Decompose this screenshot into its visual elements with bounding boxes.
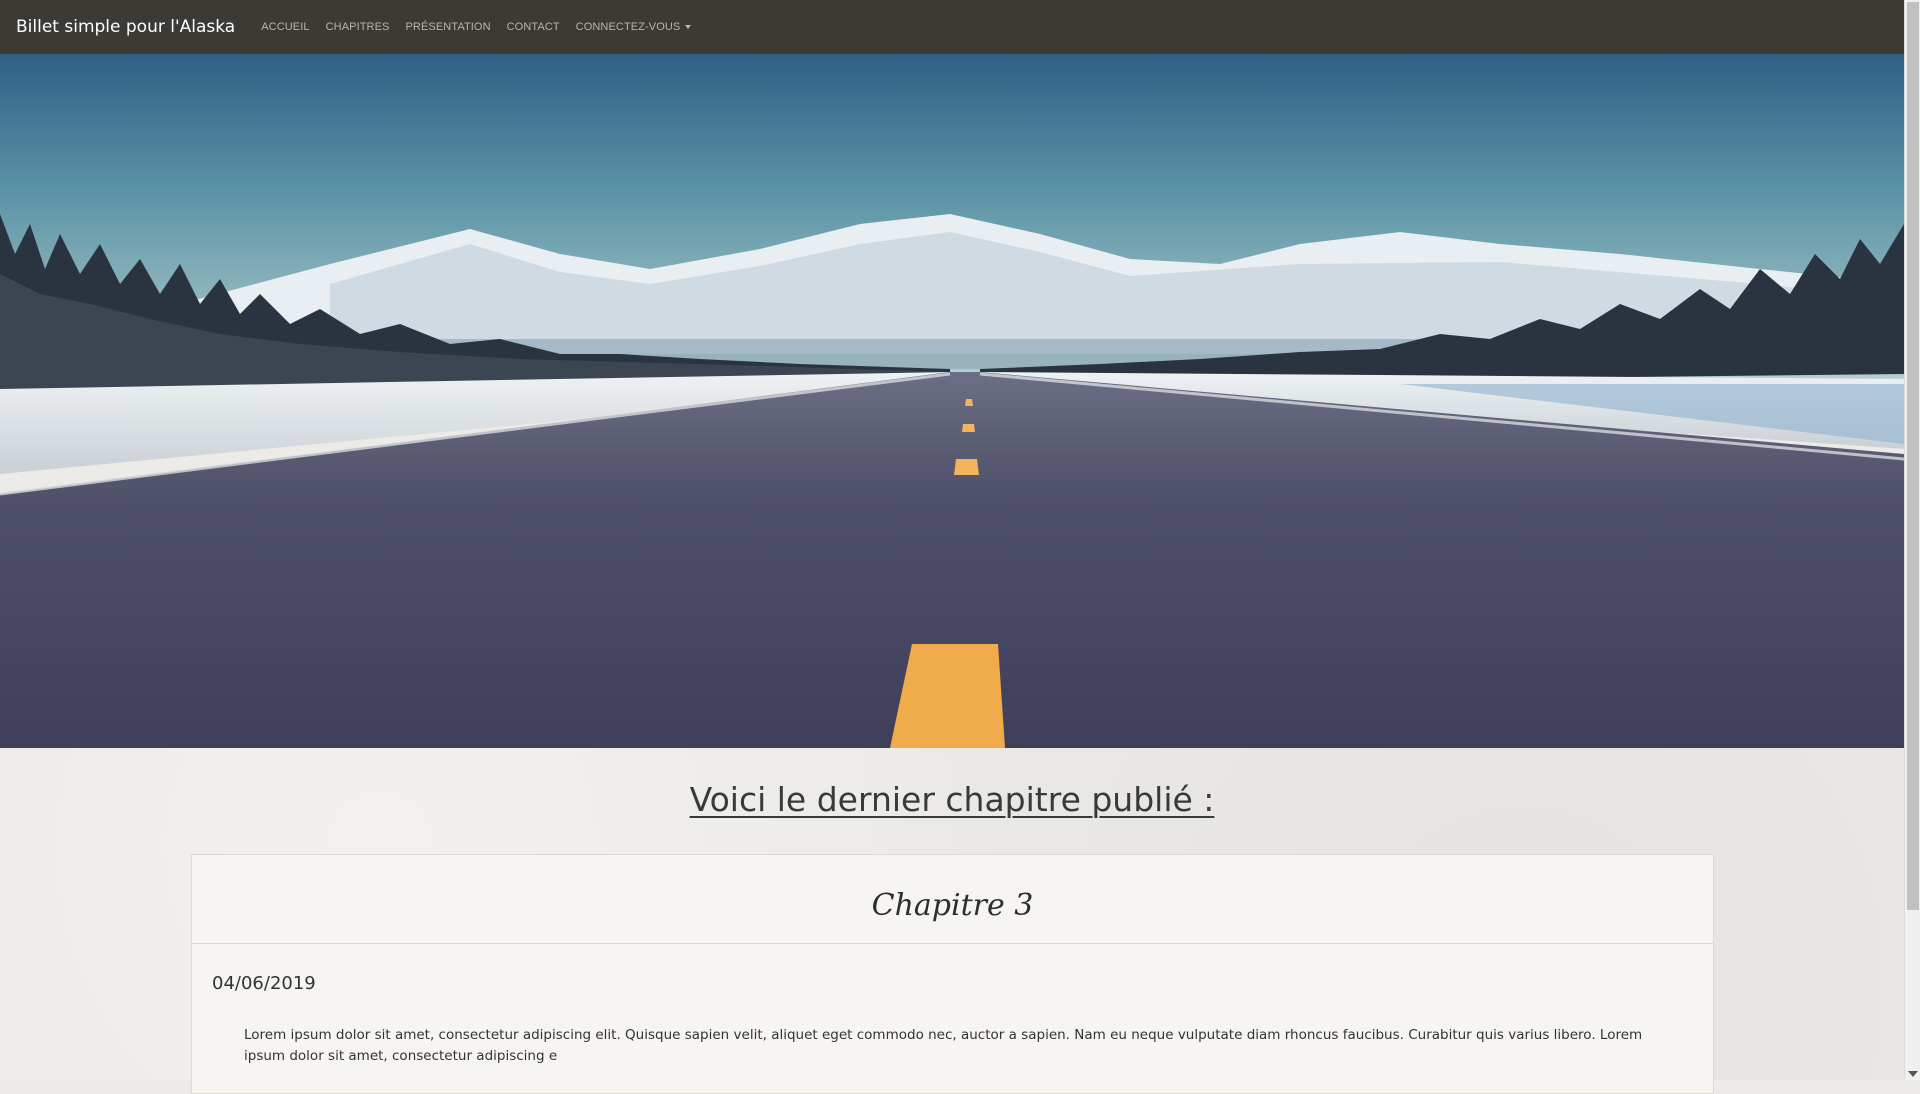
chapter-card-header: Chapitre 3 xyxy=(192,855,1713,944)
chapter-title[interactable]: Chapitre 3 xyxy=(872,876,1034,923)
chapter-excerpt: Lorem ipsum dolor sit amet, consectetur … xyxy=(244,1027,1643,1064)
nav-item-connectez-vous-label: CONNECTEZ-VOUS xyxy=(575,21,681,33)
nav-item-presentation[interactable]: PRÉSENTATION xyxy=(405,21,490,33)
nav-item-chapitres[interactable]: CHAPITRES xyxy=(326,21,390,33)
nav-item-contact[interactable]: CONTACT xyxy=(507,21,560,33)
caret-down-icon xyxy=(685,25,692,29)
chapter-card: Chapitre 3 04/06/2019 Lorem ipsum dolor … xyxy=(191,854,1714,1094)
nav-item-accueil[interactable]: ACCUEIL xyxy=(261,21,309,33)
section-title: Voici le dernier chapitre publié : xyxy=(689,780,1215,819)
chapter-date: 04/06/2019 xyxy=(212,973,316,994)
hero-image xyxy=(0,54,1904,748)
brand-link[interactable]: Billet simple pour l'Alaska xyxy=(16,17,235,37)
scroll-down-arrow-icon[interactable] xyxy=(1908,1071,1918,1077)
nav-item-connectez-vous[interactable]: CONNECTEZ-VOUS xyxy=(576,21,692,33)
vertical-scrollbar[interactable] xyxy=(1904,0,1920,1080)
navbar: Billet simple pour l'Alaska ACCUEIL CHAP… xyxy=(0,0,1904,54)
scrollbar-thumb[interactable] xyxy=(1907,2,1919,910)
main-content: Voici le dernier chapitre publié : Chapi… xyxy=(0,748,1904,1094)
